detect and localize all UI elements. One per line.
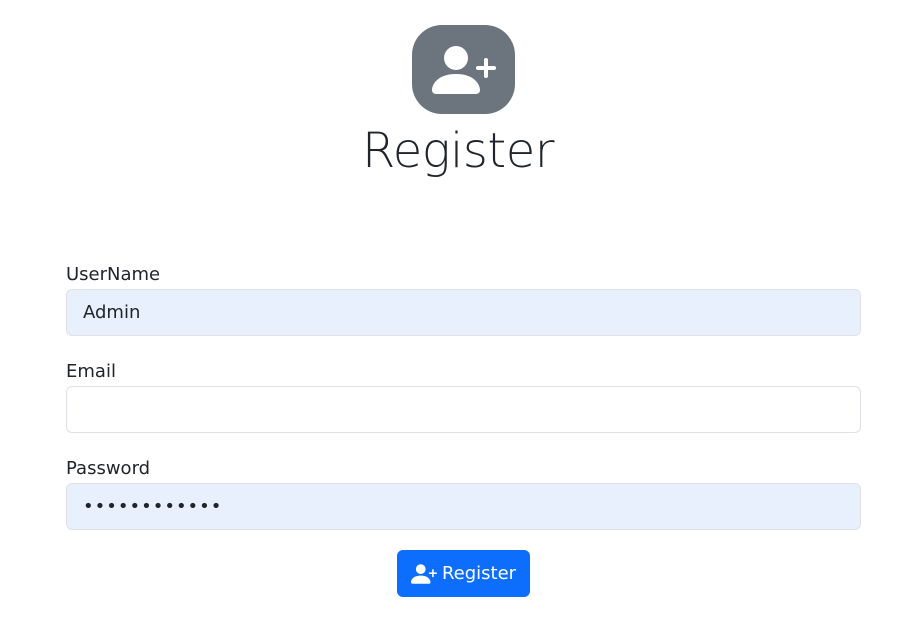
register-logo <box>412 25 515 114</box>
username-input[interactable] <box>66 289 861 336</box>
register-page: Register UserName Email Password Registe… <box>0 0 916 635</box>
register-button-label: Register <box>441 563 517 584</box>
password-label: Password <box>66 458 151 479</box>
person-plus-icon <box>431 38 496 102</box>
person-plus-icon <box>410 561 437 587</box>
email-label: Email <box>66 361 116 382</box>
username-label: UserName <box>66 264 161 285</box>
page-title: Register <box>362 123 554 179</box>
email-input[interactable] <box>66 386 861 433</box>
register-button[interactable]: Register <box>397 550 530 597</box>
password-input[interactable] <box>66 483 861 530</box>
